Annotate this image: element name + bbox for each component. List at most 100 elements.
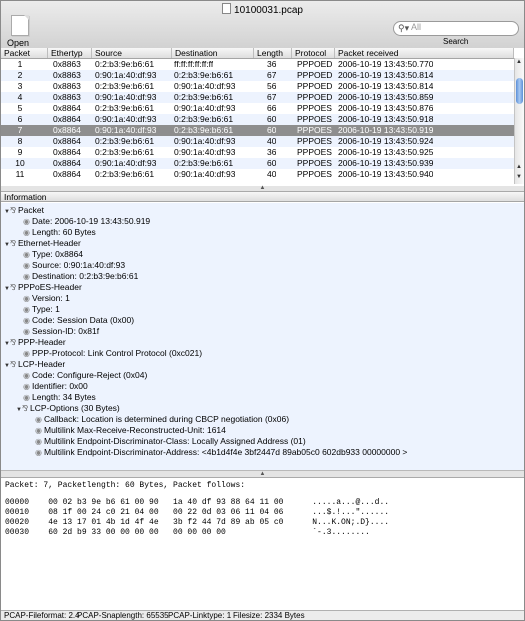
table-cell: PPPOES [297, 125, 332, 135]
tree-leaf-lcp-option[interactable]: ◉ Multilink Endpoint-Discriminator-Class:… [35, 436, 306, 446]
packet-table[interactable]: Packet Ethertyp Source Destination Lengt… [1, 48, 524, 187]
table-cell: 0:90:1a:40:df:93 [95, 158, 157, 168]
tree-node-lcp-options[interactable]: ▼⅋ LCP-Options (30 Bytes) [16, 403, 120, 413]
tree-node-ppp[interactable]: ▼⅋ PPP-Header [4, 337, 66, 347]
table-row[interactable]: 2 0x8863 0:90:1a:40:df:93 0:2:b3:9e:b6:61 67… [1, 70, 514, 81]
table-cell: 0x8863 [53, 70, 81, 80]
column-header-destination[interactable]: Destination [172, 48, 254, 58]
paperclip-icon: ⅋ [10, 360, 17, 369]
tree-leaf-pppoes-type[interactable]: ◉ Type: 1 [23, 304, 60, 314]
table-row[interactable]: 1 0x8863 0:2:b3:9e:b6:61 ff:ff:ff:ff:ff:ff 3… [1, 59, 514, 70]
hex-dump-pane[interactable]: Packet: 7, Packetlength: 60 Bytes, Packe… [1, 477, 524, 611]
table-cell: PPPOES [297, 169, 332, 179]
tree-leaf-lcp-code[interactable]: ◉ Code: Configure-Reject (0x04) [23, 370, 147, 380]
table-cell: 2006-10-19 13:43:50.925 [338, 147, 434, 157]
leaf-icon: ◉ [23, 272, 30, 281]
tree-leaf-pppoes-code[interactable]: ◉ Code: Session Data (0x00) [23, 315, 134, 325]
info-tree[interactable]: ▼⅋ Packet ◉ Date: 2006-10-19 13:43:50.919 … [1, 203, 524, 470]
table-cell: 0:90:1a:40:df:93 [95, 114, 157, 124]
table-cell: 67 [267, 70, 277, 80]
leaf-icon: ◉ [23, 393, 30, 402]
table-cell: PPPOED [297, 92, 333, 102]
tree-node-lcp[interactable]: ▼⅋ LCP-Header [4, 359, 65, 369]
column-header-protocol[interactable]: Protocol [292, 48, 335, 58]
table-row[interactable]: 8 0x8864 0:2:b3:9e:b6:61 0:90:1a:40:df:93 40… [1, 136, 514, 147]
column-header-packet[interactable]: Packet [1, 48, 48, 58]
table-cell: 36 [267, 147, 277, 157]
tree-leaf-length[interactable]: ◉ Length: 60 Bytes [23, 227, 96, 237]
table-cell: 0:90:1a:40:df:93 [95, 125, 157, 135]
table-cell: 0:90:1a:40:df:93 [174, 81, 236, 91]
table-cell: 7 [17, 125, 23, 135]
table-cell: 0x8864 [53, 136, 81, 146]
table-cell: 40 [267, 136, 277, 146]
table-row[interactable]: 9 0x8864 0:2:b3:9e:b6:61 0:90:1a:40:df:93 36… [1, 147, 514, 158]
column-header-packet-received[interactable]: Packet received [335, 48, 514, 58]
table-cell: 10 [15, 158, 25, 168]
scrollbar-thumb[interactable] [516, 78, 523, 104]
leaf-icon: ◉ [23, 228, 30, 237]
tree-leaf-lcp-option[interactable]: ◉ Callback: Location is determined during… [35, 414, 289, 424]
column-header-source[interactable]: Source [92, 48, 172, 58]
leaf-icon: ◉ [35, 437, 42, 446]
table-cell: PPPOES [297, 158, 332, 168]
pane-splitter-bottom[interactable]: ▲ [1, 470, 524, 477]
tree-leaf-eth-source[interactable]: ◉ Source: 0:90:1a:40:df:93 [23, 260, 125, 270]
table-cell: 60 [267, 158, 277, 168]
table-cell: 0x8864 [53, 158, 81, 168]
table-cell: PPPOES [297, 103, 332, 113]
table-cell: 0x8864 [53, 169, 81, 179]
search-placeholder: All [411, 22, 422, 32]
table-cell: 0x8863 [53, 92, 81, 102]
open-document-icon [11, 15, 29, 36]
tree-leaf-date[interactable]: ◉ Date: 2006-10-19 13:43:50.919 [23, 216, 150, 226]
open-button[interactable]: Open [5, 15, 35, 48]
table-cell: 0:90:1a:40:df:93 [174, 103, 236, 113]
table-cell: 0:2:b3:9e:b6:61 [174, 158, 234, 168]
table-row[interactable]: 3 0x8863 0:2:b3:9e:b6:61 0:90:1a:40:df:93 56… [1, 81, 514, 92]
tree-leaf-eth-destination[interactable]: ◉ Destination: 0:2:b3:9e:b6:61 [23, 271, 138, 281]
column-header-length[interactable]: Length [254, 48, 292, 58]
table-cell: 0:2:b3:9e:b6:61 [174, 92, 234, 102]
tree-leaf-ppp-protocol[interactable]: ◉ PPP-Protocol: Link Control Protocol (0x… [23, 348, 202, 358]
table-cell: 0x8863 [53, 59, 81, 69]
tree-node-packet[interactable]: ▼⅋ Packet [4, 205, 44, 215]
document-icon [222, 3, 232, 14]
tree-leaf-eth-type[interactable]: ◉ Type: 0x8864 [23, 249, 83, 259]
table-cell: 56 [267, 81, 277, 91]
table-cell: 36 [267, 59, 277, 69]
paperclip-icon: ⅋ [10, 239, 17, 248]
tree-leaf-lcp-option[interactable]: ◉ Multilink Endpoint-Discriminator-Addres… [35, 447, 407, 457]
scroll-down-arrow-icon[interactable]: ▼ [516, 174, 522, 180]
table-row[interactable]: 5 0x8864 0:2:b3:9e:b6:61 0:90:1a:40:df:93 66… [1, 103, 514, 114]
tree-leaf-lcp-identifier[interactable]: ◉ Identifier: 0x00 [23, 381, 88, 391]
paperclip-icon: ⅋ [10, 338, 17, 347]
tree-leaf-pppoes-version[interactable]: ◉ Version: 1 [23, 293, 70, 303]
table-row[interactable]: 11 0x8864 0:2:b3:9e:b6:61 0:90:1a:40:df:93 4… [1, 169, 514, 180]
tree-node-pppoes[interactable]: ▼⅋ PPPoES-Header [4, 282, 82, 292]
table-cell: 0x8864 [53, 147, 81, 157]
table-cell: 5 [17, 103, 23, 113]
table-row[interactable]: 6 0x8864 0:90:1a:40:df:93 0:2:b3:9e:b6:61 60… [1, 114, 514, 125]
table-cell: 60 [267, 114, 277, 124]
scroll-up-arrow-icon-2[interactable]: ▲ [516, 164, 522, 170]
tree-leaf-lcp-option[interactable]: ◉ Multilink Max-Receive-Reconstructed-Uni… [35, 425, 226, 435]
table-cell: 67 [267, 92, 277, 102]
scroll-up-arrow-icon[interactable]: ▲ [516, 59, 522, 65]
window-title-text: 10100031.pcap [234, 5, 303, 16]
tree-node-ethernet[interactable]: ▼⅋ Ethernet-Header [4, 238, 81, 248]
tree-leaf-pppoes-session[interactable]: ◉ Session-ID: 0x81f [23, 326, 99, 336]
search-icon[interactable]: ⚲▾ [398, 23, 409, 34]
table-row[interactable]: 7 0x8864 0:90:1a:40:df:93 0:2:b3:9e:b6:61 60… [1, 125, 514, 136]
table-row[interactable]: 4 0x8863 0:90:1a:40:df:93 0:2:b3:9e:b6:61 67… [1, 92, 514, 103]
tree-leaf-lcp-length[interactable]: ◉ Length: 34 Bytes [23, 392, 96, 402]
column-header-ethertype[interactable]: Ethertyp [48, 48, 92, 58]
table-cell: 2006-10-19 13:43:50.859 [338, 92, 434, 102]
search-field[interactable]: ⚲▾ All [393, 21, 519, 36]
paperclip-icon: ⅋ [22, 404, 29, 413]
table-cell: 0:2:b3:9e:b6:61 [174, 125, 234, 135]
table-scrollbar[interactable]: ▲ ▲ ▼ [514, 58, 524, 184]
table-cell: 2006-10-19 13:43:50.876 [338, 103, 434, 113]
table-row[interactable]: 10 0x8864 0:90:1a:40:df:93 0:2:b3:9e:b6:61 6… [1, 158, 514, 169]
status-fileformat: PCAP-Fileformat: 2.4 [4, 611, 80, 620]
